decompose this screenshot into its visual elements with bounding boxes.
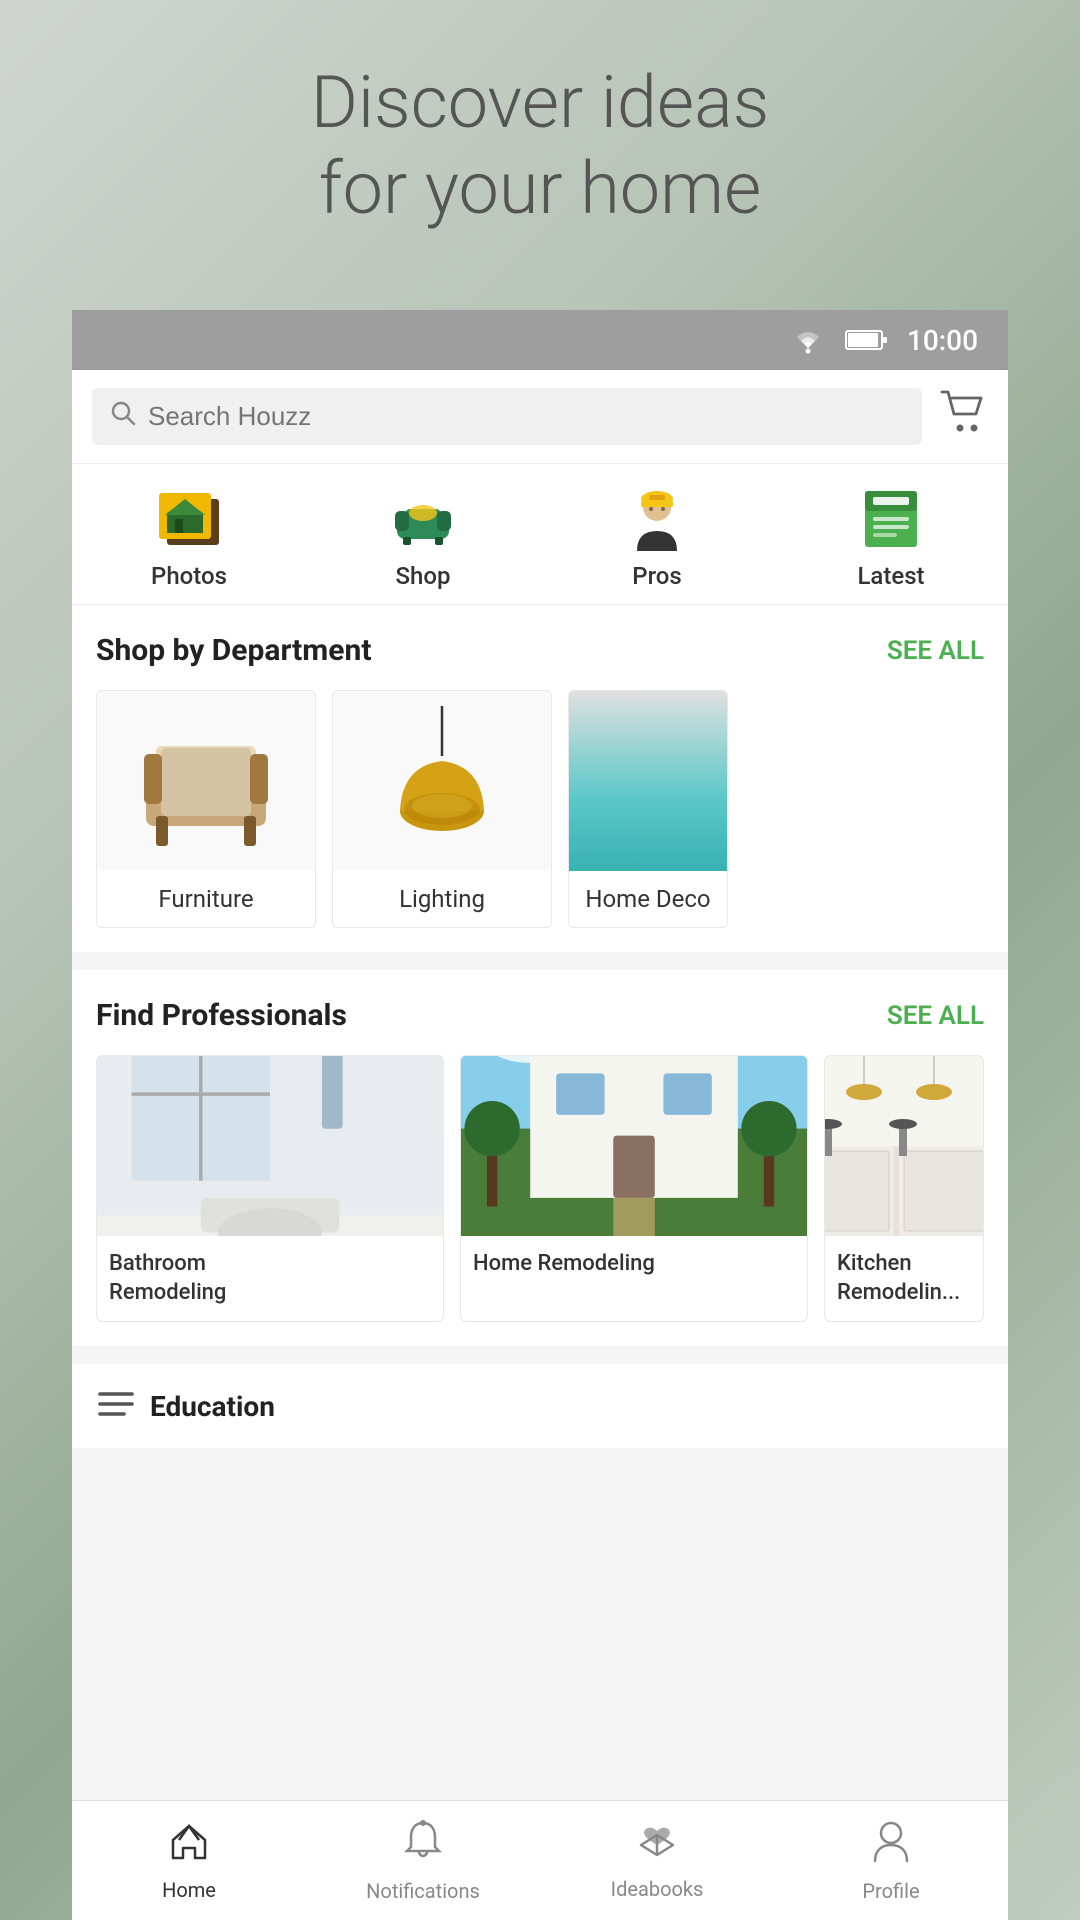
- shop-dept-header: Shop by Department SEE ALL: [96, 633, 984, 668]
- pros-icon: [621, 487, 693, 551]
- ideabooks-nav-icon: [635, 1821, 679, 1871]
- status-bar: 10:00: [72, 310, 1008, 370]
- lighting-image: [392, 706, 492, 856]
- nav-item-photos[interactable]: Photos: [72, 464, 306, 604]
- bathroom-image: [97, 1056, 443, 1236]
- search-input[interactable]: [148, 401, 904, 432]
- photos-icon: [153, 487, 225, 551]
- latest-icon: [855, 487, 927, 551]
- dept-card-furniture[interactable]: Furniture: [96, 690, 316, 928]
- pros-label: Pros: [632, 562, 681, 590]
- profile-nav-icon: [871, 1819, 911, 1873]
- prof-cards-row: Bathroom Remodeling: [96, 1055, 984, 1322]
- battery-icon: [845, 328, 889, 352]
- bottom-nav-home[interactable]: Home: [72, 1801, 306, 1920]
- prof-card-kitchen[interactable]: KitchenRemodelin...: [824, 1055, 984, 1322]
- lighting-label: Lighting: [333, 871, 551, 927]
- partial-section-title: Education: [150, 1390, 275, 1423]
- phone-app: 10:00: [72, 310, 1008, 1920]
- discover-section: Discover ideas for your home: [0, 60, 1080, 233]
- shop-by-dept-section: Shop by Department SEE ALL: [72, 605, 1008, 952]
- nav-item-latest[interactable]: Latest: [774, 464, 1008, 604]
- home-nav-icon: [167, 1820, 211, 1872]
- ideabooks-nav-label: Ideabooks: [611, 1877, 704, 1901]
- dept-cards-row: Furniture: [96, 690, 984, 928]
- nav-item-shop[interactable]: Shop: [306, 464, 540, 604]
- dept-card-home-deco[interactable]: Home Deco: [568, 690, 728, 928]
- discover-title: Discover ideas for your home: [0, 60, 1080, 233]
- prof-card-bathroom[interactable]: Bathroom Remodeling: [96, 1055, 444, 1322]
- find-prof-header: Find Professionals SEE ALL: [96, 998, 984, 1033]
- search-bar-row: [72, 370, 1008, 464]
- partial-section: Education: [72, 1364, 1008, 1448]
- notifications-nav-icon: [403, 1819, 443, 1873]
- bottom-nav-notifications[interactable]: Notifications: [306, 1801, 540, 1920]
- home-remodeling-image: [461, 1056, 807, 1236]
- home-deco-image: [569, 691, 727, 871]
- nav-icons-row: Photos Shop: [72, 464, 1008, 605]
- home-remodeling-label: Home Remodeling: [461, 1236, 807, 1293]
- shop-label: Shop: [396, 562, 451, 590]
- find-professionals-section: Find Professionals SEE ALL: [72, 970, 1008, 1346]
- find-prof-title: Find Professionals: [96, 998, 347, 1033]
- wifi-icon: [789, 326, 827, 354]
- kitchen-image: [825, 1056, 983, 1236]
- nav-item-pros[interactable]: Pros: [540, 464, 774, 604]
- shop-icon: [387, 487, 459, 551]
- search-icon: [110, 400, 136, 433]
- search-input-container[interactable]: [92, 388, 922, 445]
- shop-dept-see-all[interactable]: SEE ALL: [887, 636, 984, 666]
- find-prof-see-all[interactable]: SEE ALL: [887, 1001, 984, 1031]
- home-deco-label: Home Deco: [569, 871, 727, 927]
- prof-card-home-remodeling[interactable]: Home Remodeling: [460, 1055, 808, 1322]
- status-time: 10:00: [907, 324, 978, 357]
- home-nav-label: Home: [162, 1878, 216, 1902]
- partial-section-icon: [96, 1386, 136, 1426]
- bathroom-label: Bathroom Remodeling: [97, 1236, 443, 1321]
- latest-label: Latest: [857, 562, 924, 590]
- bottom-nav-ideabooks[interactable]: Ideabooks: [540, 1801, 774, 1920]
- shop-dept-title: Shop by Department: [96, 633, 371, 668]
- dept-card-lighting[interactable]: Lighting: [332, 690, 552, 928]
- main-content[interactable]: Shop by Department SEE ALL: [72, 605, 1008, 1800]
- furniture-image: [116, 706, 296, 856]
- bottom-nav-profile[interactable]: Profile: [774, 1801, 1008, 1920]
- bottom-nav: Home Notifications: [72, 1800, 1008, 1920]
- furniture-label: Furniture: [97, 871, 315, 927]
- profile-nav-label: Profile: [862, 1879, 919, 1903]
- notifications-nav-label: Notifications: [366, 1879, 480, 1903]
- kitchen-label: KitchenRemodelin...: [825, 1236, 983, 1321]
- photos-label: Photos: [151, 562, 227, 590]
- cart-icon[interactable]: [938, 388, 988, 445]
